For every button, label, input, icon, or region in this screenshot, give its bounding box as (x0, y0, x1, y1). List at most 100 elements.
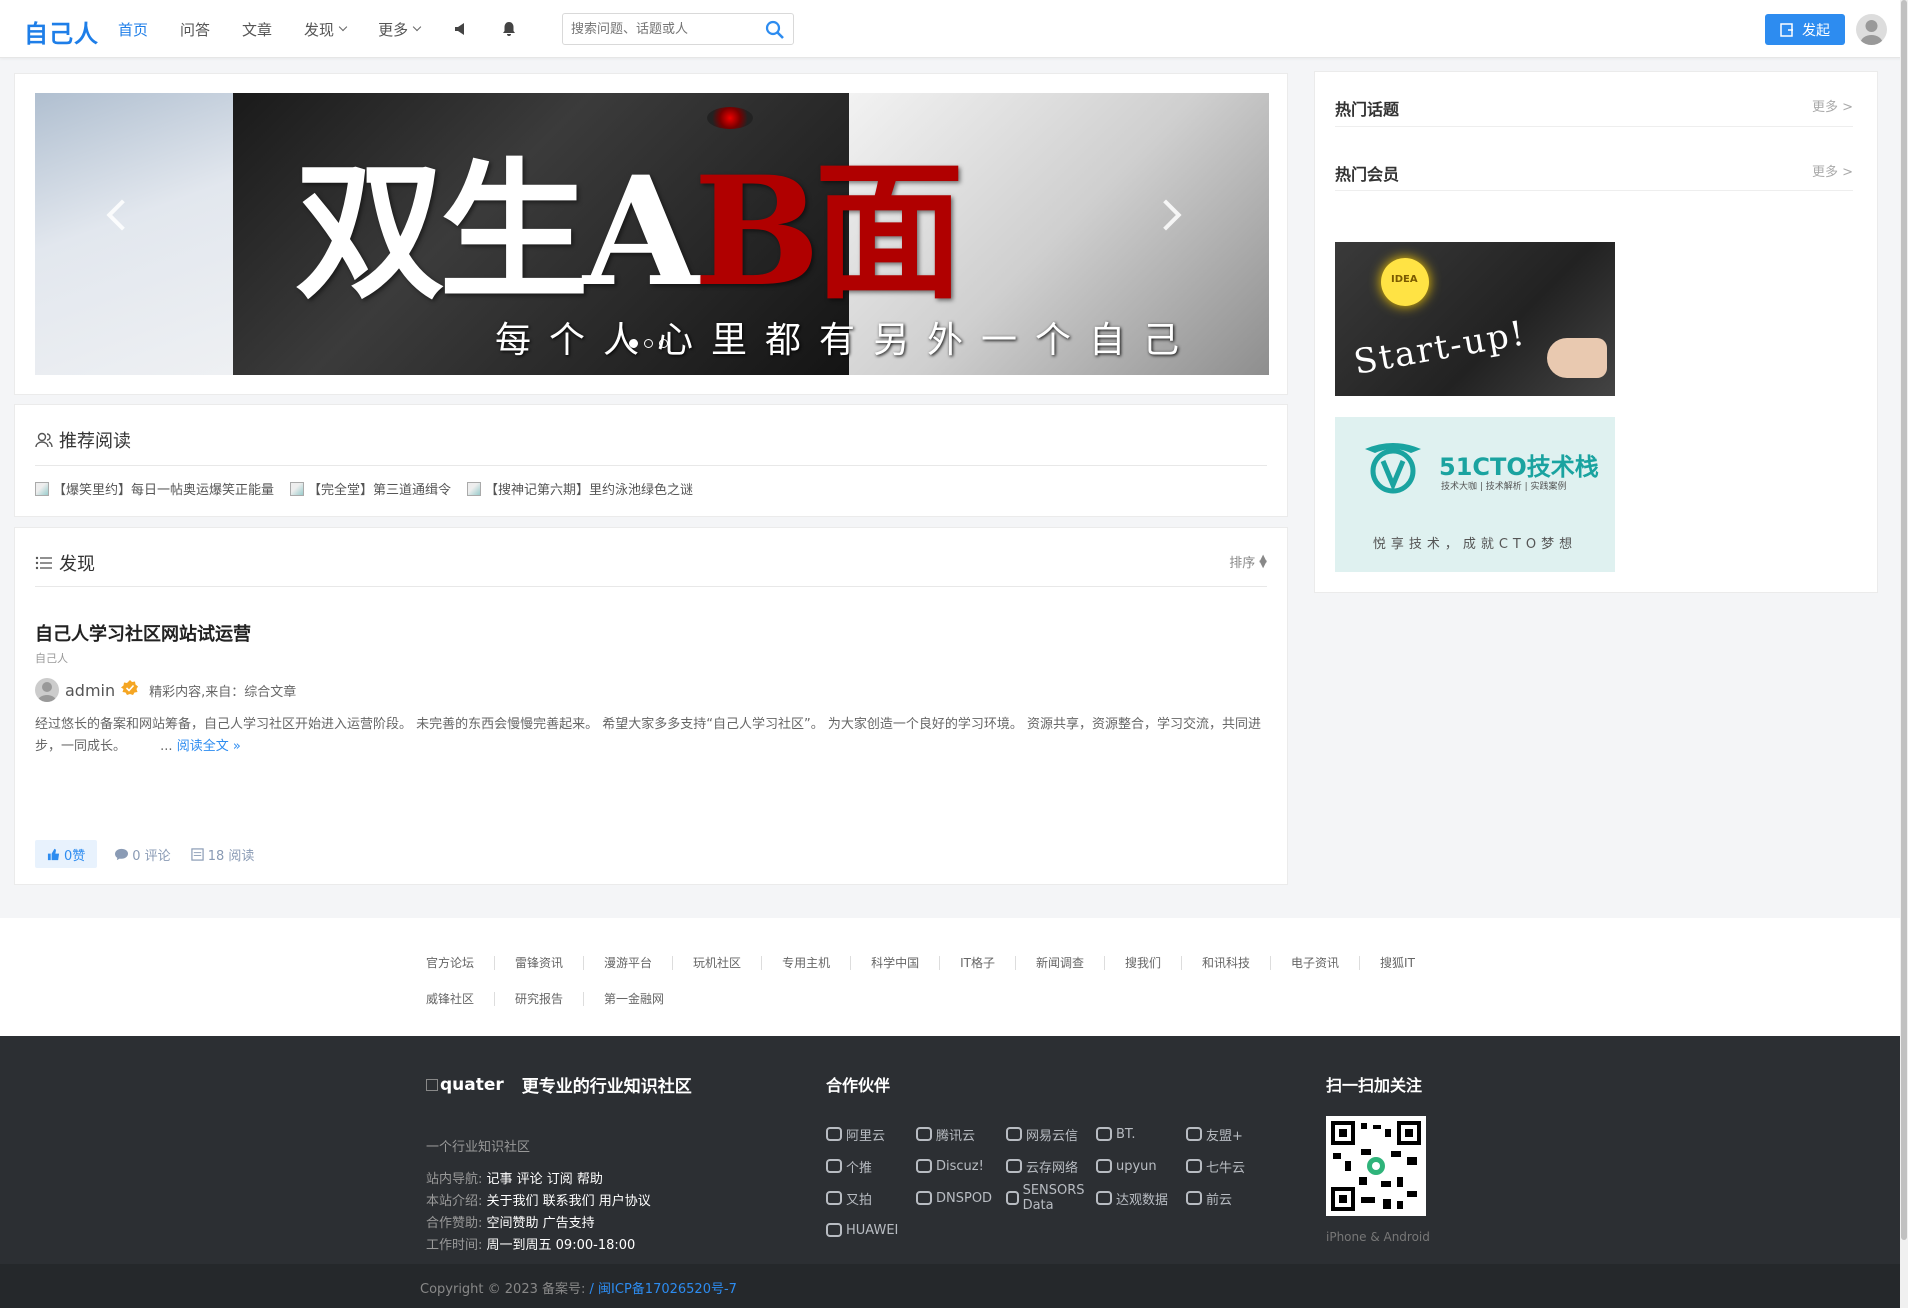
double-chevron-down-icon: » (232, 739, 241, 754)
broken-image-icon (426, 1078, 438, 1091)
read-more-link[interactable]: 阅读全文 » (177, 739, 241, 754)
partner-name: 又拍 (846, 1192, 873, 1208)
partner-logo[interactable]: SENSORS Data (1006, 1182, 1092, 1214)
chevron-down-icon (412, 22, 422, 32)
partner-logo[interactable]: 七牛云 (1186, 1150, 1272, 1182)
nav-discover[interactable]: 发现 (304, 19, 348, 40)
footer-hours-value: 周一到周五 09:00-18:00 (486, 1238, 636, 1253)
post-button[interactable]: 发起 (1765, 14, 1845, 45)
hot-members-more-link[interactable]: 更多 > (1812, 161, 1853, 180)
carousel-dot[interactable] (644, 339, 653, 348)
slide-prev-preview (35, 93, 233, 375)
recommend-title: 推荐阅读 (35, 427, 131, 453)
scrollbar-thumb[interactable] (1901, 0, 1907, 1240)
friend-link[interactable]: 雷锋资讯 (495, 956, 585, 970)
excerpt-ellipsis: ... (160, 739, 173, 754)
recommend-item[interactable]: 【搜神记第六期】里约泳池绿色之谜 (467, 479, 693, 498)
site-logo[interactable]: 自己人 (24, 14, 99, 49)
copyright-text: Copyright © 2023 备案号: / 闽ICP备17026520号-7 (420, 1278, 737, 1297)
carousel-dot[interactable] (629, 339, 638, 348)
partner-logo[interactable]: Discuz! (916, 1150, 1002, 1182)
friend-link[interactable]: 电子资讯 (1271, 956, 1361, 970)
author-avatar[interactable] (35, 678, 59, 702)
friend-link[interactable]: 玩机社区 (673, 956, 763, 970)
partner-logo[interactable]: HUAWEI (826, 1214, 912, 1246)
footer-nav-label: 站内导航: (426, 1172, 483, 1187)
partner-logo[interactable]: BT. (1096, 1118, 1182, 1150)
friend-link[interactable]: 搜狐IT (1360, 956, 1435, 970)
friend-link[interactable]: 和讯科技 (1182, 956, 1272, 970)
partner-logo[interactable]: 腾讯云 (916, 1118, 1002, 1150)
recommend-item[interactable]: 【完全堂】第三道通缉令 (290, 479, 451, 498)
partner-logo[interactable]: DNSPOD (916, 1182, 1002, 1214)
partner-icon (1186, 1127, 1202, 1141)
partner-logo[interactable]: 前云 (1186, 1182, 1272, 1214)
sort-label: 排序 (1229, 556, 1256, 571)
partner-logo[interactable]: 友盟+ (1186, 1118, 1272, 1150)
article-title[interactable]: 自己人学习社区网站试运营 (35, 620, 251, 646)
nav-more[interactable]: 更多 (378, 19, 422, 40)
partner-logo[interactable]: 网易云信 (1006, 1118, 1092, 1150)
icp-link[interactable]: / 闽ICP备17026520号-7 (590, 1282, 737, 1297)
footer-sponsor-links[interactable]: 空间赞助 广告支持 (487, 1216, 595, 1231)
footer-description: 一个行业知识社区 (426, 1140, 531, 1155)
nav-articles[interactable]: 文章 (242, 19, 272, 40)
partner-name: SENSORS Data (1022, 1183, 1085, 1213)
author-name[interactable]: admin (65, 681, 115, 700)
nav-home[interactable]: 首页 (118, 19, 148, 40)
friend-link[interactable]: 威锋社区 (426, 992, 496, 1006)
carousel-slide[interactable]: 双生AB面 每个人心里都有另外一个自己 (35, 93, 1269, 375)
thumbs-up-icon (47, 848, 60, 860)
friend-link[interactable]: 官方论坛 (426, 956, 496, 970)
partner-logo[interactable]: 阿里云 (826, 1118, 912, 1150)
user-avatar[interactable] (1856, 14, 1887, 45)
friend-link[interactable]: 漫游平台 (584, 956, 674, 970)
thumbnail-icon (290, 481, 305, 496)
friend-link[interactable]: 研究报告 (495, 992, 585, 1006)
page-scrollbar[interactable] (1900, 0, 1908, 1308)
list-icon (35, 556, 52, 570)
discover-panel: 发现 排序 ▲ ▼ 自己人学习社区网站试运营 自己人 admin 精彩内容,来自：… (14, 527, 1288, 885)
like-button[interactable]: 0赞 (35, 840, 98, 868)
search-icon[interactable] (765, 20, 785, 40)
footer-nav-links[interactable]: 记事 评论 订阅 帮助 (487, 1172, 603, 1187)
hot-topics-more-link[interactable]: 更多 > (1812, 96, 1853, 115)
comments-link[interactable]: 0 评论 (115, 845, 171, 864)
carousel-dot[interactable] (659, 339, 668, 348)
footer-about-label: 本站介绍: (426, 1194, 483, 1209)
comment-count: 0 评论 (132, 848, 171, 864)
friend-link[interactable]: 新闻调查 (1016, 956, 1105, 970)
partner-logo[interactable]: 达观数据 (1096, 1182, 1182, 1214)
thumbnail-icon (467, 481, 482, 496)
search-input[interactable] (563, 14, 753, 44)
footer-logo[interactable]: quater (426, 1075, 506, 1095)
hand-graphic (1547, 338, 1607, 378)
recommend-item[interactable]: 【爆笑里约】每日一帖奥运爆笑正能量 (35, 479, 274, 498)
footer-about-line: 本站介绍: 关于我们 联系我们 用户协议 (426, 1190, 651, 1209)
bell-icon[interactable] (500, 20, 518, 38)
friend-link[interactable]: 第一金融网 (584, 992, 684, 1006)
partner-logo[interactable]: upyun (1096, 1150, 1182, 1182)
comment-icon (115, 848, 129, 860)
nav-questions[interactable]: 问答 (180, 19, 210, 40)
partner-icon (1096, 1191, 1112, 1205)
footer-about-links[interactable]: 关于我们 联系我们 用户协议 (487, 1194, 651, 1209)
startup-ad-banner[interactable]: IDEA Start-up! (1335, 242, 1615, 396)
partners-title: 合作伙伴 (826, 1076, 891, 1095)
verified-badge-icon (121, 679, 139, 701)
friend-link[interactable]: 搜我们 (1105, 956, 1182, 970)
friend-link[interactable]: IT格子 (940, 956, 1016, 970)
friend-link[interactable]: 科学中国 (851, 956, 941, 970)
partner-logo[interactable]: 云存网络 (1006, 1150, 1092, 1182)
friend-link[interactable]: 专用主机 (762, 956, 852, 970)
nav-more-label: 更多 (378, 20, 409, 39)
partner-name: upyun (1116, 1158, 1157, 1174)
sort-button[interactable]: 排序 ▲ ▼ (1229, 552, 1267, 571)
footer-slogan: 更专业的行业知识社区 (521, 1077, 692, 1097)
article-category[interactable]: 自己人 (35, 650, 68, 666)
51cto-ad-banner[interactable]: 51CTO技术栈 技术大咖 | 技术解析 | 实践案例 悦享技术，成就CTO梦想 (1335, 417, 1615, 572)
partner-logo[interactable]: 个推 (826, 1150, 912, 1182)
announcement-icon[interactable] (452, 20, 470, 38)
partner-logo[interactable]: 又拍 (826, 1182, 912, 1214)
partner-icon (1186, 1191, 1202, 1205)
